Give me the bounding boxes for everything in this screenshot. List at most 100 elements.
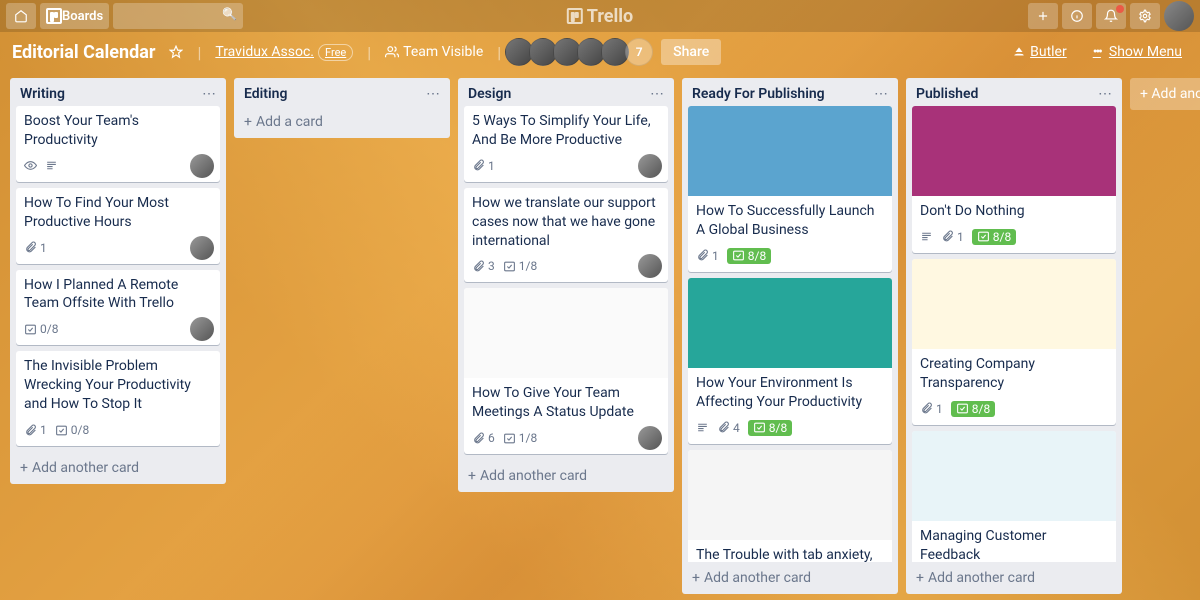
plus-icon: + xyxy=(20,460,28,476)
card-badges: 0/8 xyxy=(24,317,212,341)
visibility-label: Team Visible xyxy=(403,44,483,60)
card[interactable]: 5 Ways To Simplify Your Life, And Be Mor… xyxy=(464,106,668,182)
list-header: Published ⋯ xyxy=(906,78,1122,106)
create-button[interactable] xyxy=(1028,3,1058,29)
card-cover xyxy=(688,450,892,540)
list-menu-button[interactable]: ⋯ xyxy=(874,86,888,102)
add-card-button[interactable]: +Add a card xyxy=(234,106,450,138)
list-cards: 5 Ways To Simplify Your Life, And Be Mor… xyxy=(458,106,674,460)
list-title[interactable]: Published xyxy=(916,86,978,102)
card-title: The Invisible Problem Wrecking Your Prod… xyxy=(24,357,212,414)
card[interactable]: How we translate our support cases now t… xyxy=(464,188,668,283)
list-title[interactable]: Writing xyxy=(20,86,65,102)
card-title: Don't Do Nothing xyxy=(920,202,1108,221)
user-avatar[interactable] xyxy=(1164,1,1194,31)
brand-logo[interactable]: Trello xyxy=(567,6,633,27)
notifications-button[interactable] xyxy=(1096,3,1126,29)
card-title: The Trouble with tab anxiety, and how to… xyxy=(696,546,884,562)
description-badge xyxy=(45,159,58,172)
member-overflow[interactable]: 7 xyxy=(625,38,653,66)
list-menu-button[interactable]: ⋯ xyxy=(650,86,664,102)
list-menu-button[interactable]: ⋯ xyxy=(426,86,440,102)
board-header-right: Butler ••• Show Menu xyxy=(1006,40,1188,64)
card-badges xyxy=(24,154,212,178)
card-title: Managing Customer Feedback xyxy=(920,527,1108,562)
card[interactable]: How To Find Your Most Productive Hours 1 xyxy=(16,188,220,264)
butler-label: Butler xyxy=(1030,44,1067,60)
add-card-button[interactable]: +Add another card xyxy=(906,562,1122,594)
card[interactable]: The Invisible Problem Wrecking Your Prod… xyxy=(16,351,220,446)
member-avatars[interactable]: 7 xyxy=(509,38,653,66)
list: Published⋯Don't Do Nothing 1 8/8Creating… xyxy=(906,78,1122,594)
card[interactable]: How To Successfully Launch A Global Busi… xyxy=(688,106,892,272)
card-badges: 6 1/8 xyxy=(472,426,660,450)
list-title[interactable]: Editing xyxy=(244,86,287,102)
info-button[interactable] xyxy=(1062,3,1092,29)
card[interactable]: Boost Your Team's Productivity xyxy=(16,106,220,182)
card[interactable]: How To Give Your Team Meetings A Status … xyxy=(464,288,668,454)
description-badge xyxy=(696,421,709,434)
card-title: How To Find Your Most Productive Hours xyxy=(24,194,212,232)
card-cover xyxy=(688,106,892,196)
settings-button[interactable] xyxy=(1130,3,1160,29)
board-header: Editorial Calendar | Travidux Assoc. Fre… xyxy=(0,32,1200,72)
list-header: Ready For Publishing ⋯ xyxy=(682,78,898,106)
plus-icon: + xyxy=(916,570,924,586)
list: Design ⋯ 5 Ways To Simplify Your Life, And… xyxy=(458,78,674,492)
attachment-badge: 1 xyxy=(24,241,47,255)
show-menu-button[interactable]: ••• Show Menu xyxy=(1087,40,1188,64)
add-card-label: Add a card xyxy=(256,114,323,130)
card-member-avatar[interactable] xyxy=(190,154,214,178)
share-button[interactable]: Share xyxy=(661,39,721,65)
star-button[interactable] xyxy=(163,41,189,63)
card-cover xyxy=(912,431,1116,521)
search-input[interactable] xyxy=(113,3,243,29)
trello-icon xyxy=(567,8,583,24)
card-badges: 1 8/8 xyxy=(920,397,1108,421)
home-button[interactable] xyxy=(6,3,36,29)
butler-button[interactable]: Butler xyxy=(1006,40,1073,64)
card[interactable]: How I Planned A Remote Team Offsite With… xyxy=(16,270,220,346)
card-member-avatar[interactable] xyxy=(190,236,214,260)
card-badges: 1 xyxy=(472,154,660,178)
card-title: Creating Company Transparency xyxy=(920,355,1108,393)
boards-label: Boards xyxy=(62,9,103,24)
boards-icon xyxy=(46,8,62,24)
checklist-badge: 0/8 xyxy=(55,423,89,437)
list-title[interactable]: Design xyxy=(468,86,511,102)
list-title[interactable]: Ready For Publishing xyxy=(692,86,825,102)
card[interactable]: The Trouble with tab anxiety, and how to… xyxy=(688,450,892,562)
card-title: How To Give Your Team Meetings A Status … xyxy=(472,384,660,422)
add-card-button[interactable]: +Add another card xyxy=(458,460,674,492)
visibility-button[interactable]: Team Visible xyxy=(379,40,489,64)
show-menu-label: Show Menu xyxy=(1109,44,1182,60)
add-card-button[interactable]: +Add another card xyxy=(682,562,898,594)
card[interactable]: How Your Environment Is Affecting Your P… xyxy=(688,278,892,444)
card-title: 5 Ways To Simplify Your Life, And Be Mor… xyxy=(472,112,660,150)
add-card-label: Add another card xyxy=(704,570,811,586)
card-member-avatar[interactable] xyxy=(638,154,662,178)
add-card-label: Add another card xyxy=(928,570,1035,586)
add-card-button[interactable]: +Add another card xyxy=(10,452,226,484)
checklist-badge: 0/8 xyxy=(24,322,58,336)
list: Ready For Publishing ⋯ How To Successfully… xyxy=(682,78,898,594)
card-cover xyxy=(688,278,892,368)
org-link[interactable]: Travidux Assoc. Free xyxy=(209,40,359,65)
add-list-button[interactable]: + Add another list xyxy=(1130,78,1200,110)
card-cover xyxy=(464,288,668,378)
card[interactable]: Don't Do Nothing 1 8/8 xyxy=(912,106,1116,253)
card[interactable]: Managing Customer Feedback Feb 10, 2016 … xyxy=(912,431,1116,562)
list-header: Design ⋯ xyxy=(458,78,674,106)
card-badges: 3 1/8 xyxy=(472,254,660,278)
board-title[interactable]: Editorial Calendar xyxy=(12,42,155,63)
list-menu-button[interactable]: ⋯ xyxy=(202,86,216,102)
card-badges: 1 0/8 xyxy=(24,418,212,442)
attachment-badge: 1 xyxy=(24,423,47,437)
card[interactable]: Creating Company Transparency 1 8/8 xyxy=(912,259,1116,425)
list: Writing⋯Boost Your Team's ProductivityHo… xyxy=(10,78,226,484)
boards-button[interactable]: Boards xyxy=(40,3,109,29)
list-menu-button[interactable]: ⋯ xyxy=(1098,86,1112,102)
board-canvas[interactable]: Writing⋯Boost Your Team's ProductivityHo… xyxy=(0,72,1200,600)
card-title: How we translate our support cases now t… xyxy=(472,194,660,251)
checklist-badge: 8/8 xyxy=(727,248,771,264)
